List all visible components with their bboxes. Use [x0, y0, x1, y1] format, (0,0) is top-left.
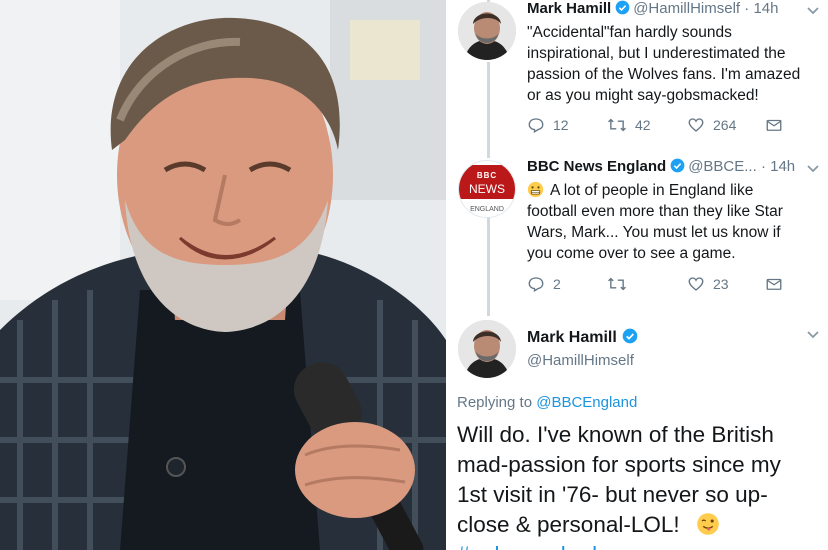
tweet-text-line: or as you might say-gobsmacked!	[527, 87, 759, 104]
reply-icon	[528, 118, 544, 133]
focused-tweet[interactable]: Mark Hamill @HamillHimself Replying to @…	[452, 318, 828, 550]
replying-to-prefix: Replying to	[457, 394, 533, 411]
separator-dot: ·	[744, 0, 750, 17]
timestamp[interactable]: 14h	[753, 0, 778, 17]
envelope-icon	[766, 119, 782, 131]
retweet-count: 42	[635, 117, 651, 133]
hashtag-link[interactable]: #gobsmacked	[457, 540, 827, 550]
verified-badge-icon	[615, 0, 630, 15]
chevron-down-icon[interactable]	[806, 4, 820, 18]
display-name[interactable]: Mark Hamill	[527, 328, 641, 347]
tweet-text-line: inspirational, but I underestimated the	[527, 45, 786, 62]
reply-button[interactable]: 12	[527, 116, 569, 134]
chevron-down-icon[interactable]	[806, 162, 820, 176]
tweet-text-line: Wars, Mark... You must let us know if	[527, 224, 781, 241]
display-name[interactable]: Mark Hamill	[527, 0, 611, 17]
direct-message-button[interactable]	[765, 116, 791, 134]
photo-illustration	[0, 0, 446, 550]
display-name-text: Mark Hamill	[527, 329, 617, 346]
reply-count: 12	[553, 117, 569, 133]
tweet-header: Mark Hamill @HamillHimself · 14h	[527, 0, 778, 17]
tweet-item[interactable]: Mark Hamill @HamillHimself · 14h "Acciden…	[452, 0, 828, 150]
reply-button[interactable]: 2	[527, 275, 561, 293]
like-count: 264	[713, 117, 737, 133]
person-photo	[0, 0, 446, 550]
chevron-down-icon[interactable]	[806, 328, 820, 342]
retweet-icon	[608, 277, 626, 291]
timestamp[interactable]: 14h	[770, 158, 795, 175]
avatar[interactable]	[458, 320, 516, 378]
like-button[interactable]: 264	[687, 116, 736, 134]
reply-count: 2	[553, 276, 561, 292]
replying-to: Replying to @BBCEngland	[457, 394, 637, 411]
tweet-text-line: "Accidental"fan hardly sounds	[527, 24, 732, 41]
tweet-item[interactable]: BBC NEWS ENGLAND BBC News England @BBCE..…	[452, 158, 828, 308]
handle[interactable]: @HamillHimself	[527, 352, 634, 369]
display-name[interactable]: BBC News England	[527, 158, 666, 175]
avatar[interactable]	[458, 2, 516, 60]
verified-badge-icon	[622, 328, 638, 344]
tweet-text: "Accidental"fan hardly sounds inspiratio…	[527, 22, 819, 106]
tweet-text-line: mad-passion for sports since my	[457, 452, 781, 477]
grimacing-face-emoji-icon	[527, 181, 544, 198]
tweet-actions: 2 23	[527, 275, 817, 295]
avatar-image	[458, 2, 516, 60]
logo-bbc-text: BBC	[477, 171, 497, 180]
tweet-header: BBC News England @BBCE... · 14h	[527, 158, 795, 175]
tweet-thread: Mark Hamill @HamillHimself · 14h "Acciden…	[452, 0, 828, 550]
separator-dot: ·	[760, 158, 766, 175]
tweet-text-line: passion of the Wolves fans. I'm amazed	[527, 66, 801, 83]
tweet-text-span: A lot of people in England like	[550, 182, 754, 199]
logo-news-text: NEWS	[469, 182, 505, 196]
tweet-text-line: you come over to see a game.	[527, 245, 736, 262]
like-button[interactable]: 23	[687, 275, 729, 293]
tweet-text: Will do. I've known of the British mad-p…	[457, 420, 827, 550]
heart-icon	[688, 118, 704, 132]
verified-badge-icon	[670, 158, 685, 173]
tweet-text-line: A lot of people in England like	[527, 180, 819, 201]
replying-to-link[interactable]: @BBCEngland	[536, 394, 637, 411]
retweet-button[interactable]: 42	[607, 116, 651, 134]
tweet-text-line: close & personal-LOL!	[457, 510, 827, 540]
logo-england-text: ENGLAND	[470, 206, 504, 213]
winking-tongue-face-emoji-icon	[697, 513, 719, 535]
tweet-text-span: close & personal-LOL!	[457, 512, 680, 537]
heart-icon	[688, 277, 704, 291]
tweet-text: A lot of people in England like football…	[527, 180, 819, 264]
avatar[interactable]: BBC NEWS ENGLAND	[458, 160, 516, 218]
reply-icon	[528, 277, 544, 292]
tweet-text-line: Will do. I've known of the British	[457, 422, 774, 447]
handle[interactable]: @HamillHimself	[633, 0, 740, 17]
tweet-text-line: football even more than they like Star	[527, 203, 783, 220]
avatar-image	[458, 320, 516, 378]
envelope-icon	[766, 278, 782, 290]
like-count: 23	[713, 276, 729, 292]
retweet-icon	[608, 118, 626, 132]
direct-message-button[interactable]	[765, 275, 791, 293]
handle[interactable]: @BBCE...	[688, 158, 757, 175]
retweet-button[interactable]	[607, 275, 635, 293]
tweet-text-line: 1st visit in '76- but never so up-	[457, 482, 768, 507]
tweet-actions: 12 42 264	[527, 116, 817, 136]
bbc-news-logo: BBC NEWS ENGLAND	[459, 161, 515, 217]
